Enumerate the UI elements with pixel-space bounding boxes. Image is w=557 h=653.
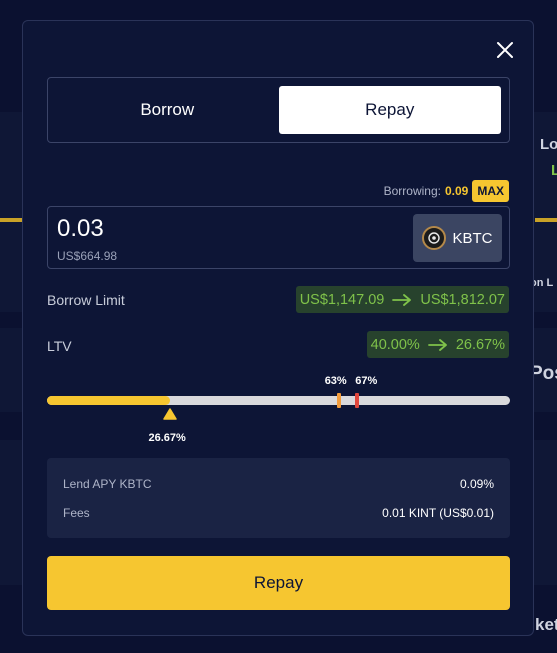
arrow-right-icon (392, 293, 412, 306)
background-peek-text: Pos (530, 363, 557, 384)
amount-usd-value: US$664.98 (57, 249, 118, 263)
triangle-up-icon (163, 408, 178, 420)
ltv-to: 26.67% (455, 336, 505, 353)
lend-apy-value: 0.09% (459, 477, 494, 491)
ltv-liquidation-label: 67% (355, 375, 378, 387)
max-button[interactable]: MAX (472, 180, 509, 202)
background-peek-text: L (551, 162, 557, 179)
ltv-current-label: 26.67% (148, 432, 186, 444)
kbtc-token-icon (422, 226, 447, 250)
repay-submit-button[interactable]: Repay (47, 556, 510, 610)
ltv-slider-fill (47, 396, 171, 405)
fees-label: Fees (63, 506, 90, 520)
borrow-limit-change: US$1,147.09 US$1,812.07 (295, 286, 509, 313)
amount-input-box[interactable]: 0.03 US$664.98 KBTC (47, 206, 510, 269)
ltv-change: 40.00% 26.67% (366, 331, 509, 358)
ltv-slider-track[interactable] (47, 393, 510, 408)
token-symbol: KBTC (452, 229, 493, 247)
close-button[interactable] (495, 40, 515, 60)
repay-modal: Borrow Repay Borrowing: 0.09 MAX 0.03 US… (22, 20, 534, 636)
close-icon (497, 42, 513, 58)
fees-value: 0.01 KINT (US$0.01) (382, 506, 494, 520)
ltv-slider-handle[interactable] (163, 408, 178, 420)
amount-input[interactable]: 0.03 (57, 215, 104, 243)
background-yellow-line-right (535, 218, 557, 222)
borrow-limit-label: Borrow Limit (47, 292, 125, 308)
ltv-warning-label: 63% (324, 375, 347, 387)
lend-apy-label: Lend APY KBTC (63, 477, 152, 491)
borrowing-value: 0.09 (444, 184, 469, 198)
background-peek-text: Lo (540, 136, 557, 153)
arrow-right-icon (427, 338, 448, 351)
background-yellow-line (0, 218, 22, 222)
ltv-label: LTV (47, 338, 72, 354)
info-row: Fees 0.01 KINT (US$0.01) (63, 506, 494, 520)
tab-repay[interactable]: Repay (278, 86, 501, 134)
borrow-limit-to: US$1,812.07 (420, 291, 505, 308)
tab-borrow[interactable]: Borrow (56, 86, 279, 134)
info-panel: Lend APY KBTC 0.09% Fees 0.01 KINT (US$0… (47, 458, 510, 538)
info-row: Lend APY KBTC 0.09% (63, 477, 494, 491)
borrowing-label: Borrowing: (383, 184, 441, 198)
token-selector[interactable]: KBTC (413, 214, 502, 262)
ltv-warning-marker (336, 393, 341, 408)
ltv-from: 40.00% (370, 336, 420, 353)
mode-tabs: Borrow Repay (47, 77, 510, 143)
borrow-limit-from: US$1,147.09 (299, 291, 385, 308)
background-peek-text: ket (535, 615, 557, 634)
borrowing-balance: Borrowing: 0.09 MAX (384, 180, 509, 202)
ltv-liquidation-marker (355, 393, 360, 408)
